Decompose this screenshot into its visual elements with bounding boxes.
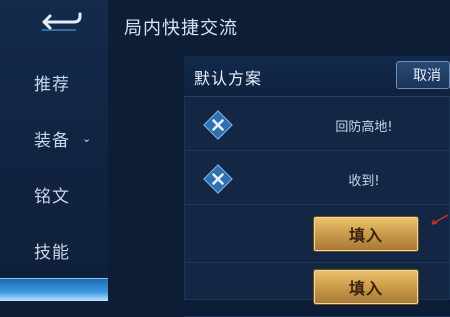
sidebar-item-recommend[interactable]: 推荐 [0,60,108,104]
fill-in-button[interactable]: 填入 [314,270,418,304]
message-row[interactable]: 收到! [184,154,450,205]
back-arrow-icon[interactable] [36,10,82,34]
page-title: 局内快捷交流 [124,18,238,39]
message-text: 收到! [348,174,380,189]
sidebar-item-label: 铭文 [34,186,70,207]
sidebar-item-active[interactable] [0,278,108,301]
sidebar-item-equipment[interactable]: 装备 ⌄ [0,116,108,160]
message-row[interactable]: 回防高地! [184,100,450,151]
annotation-arrow [431,214,449,225]
sidebar: 推荐 装备 ⌄ 铭文 技能 [0,0,108,301]
chevron-down-icon: ⌄ [82,131,93,145]
sidebar-item-label: 推荐 [34,74,70,95]
empty-slot-row: 填入 [184,262,450,317]
message-text: 回防高地! [335,120,393,135]
sidebar-item-label: 技能 [34,242,70,263]
remove-icon[interactable] [202,163,234,195]
panel-title: 默认方案 [194,69,263,88]
sidebar-item-skill[interactable]: 技能 [0,228,108,272]
sidebar-item-label: 装备 [34,130,70,151]
sidebar-item-inscription[interactable]: 铭文 [0,172,108,216]
quick-chat-panel: 默认方案 回防高地! 收到! 填入 填入 [184,56,450,317]
fill-in-button[interactable]: 填入 [314,217,418,251]
empty-slot-row: 填入 [184,208,450,263]
cancel-button[interactable]: 取消 [396,61,450,89]
remove-icon[interactable] [202,109,234,141]
